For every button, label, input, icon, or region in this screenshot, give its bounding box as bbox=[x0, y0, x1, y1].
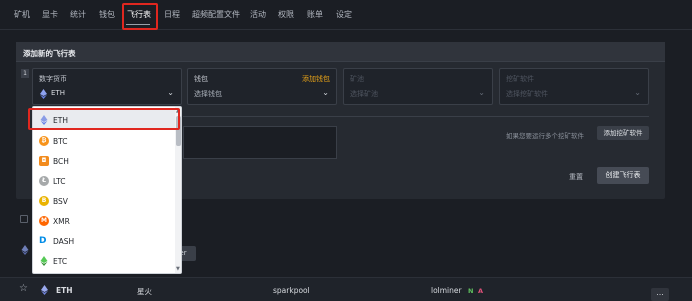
panel-header: 添加新的飞行表 bbox=[16, 42, 665, 62]
chevron-down-icon: ⌄ bbox=[322, 88, 329, 97]
row-wallet: 星火 bbox=[137, 287, 152, 296]
etc-icon bbox=[40, 256, 48, 266]
chevron-down-icon: ⌄ bbox=[634, 88, 641, 97]
eth-icon bbox=[41, 285, 48, 295]
create-flight-sheet-button[interactable]: 创建飞行表 bbox=[597, 167, 649, 184]
add-miner-button[interactable]: 添加挖矿软件 bbox=[597, 126, 649, 140]
row-number: 1 bbox=[21, 69, 29, 78]
tab-gpus[interactable]: 显卡 bbox=[42, 9, 58, 20]
wallet-select-label: 钱包 bbox=[194, 75, 208, 83]
miner-select[interactable]: 挖矿软件 选择挖矿软件 ⌄ bbox=[499, 68, 649, 105]
scroll-down-icon[interactable]: ▼ bbox=[176, 266, 180, 272]
star-icon[interactable]: ☆ bbox=[19, 283, 28, 294]
dropdown-item-label: BSV bbox=[53, 197, 68, 206]
pool-select[interactable]: 矿池 选择矿池 ⌄ bbox=[343, 68, 493, 105]
wallet-select[interactable]: 钱包 添加钱包 选择钱包 ⌄ bbox=[187, 68, 337, 105]
scroll-thumb[interactable] bbox=[176, 116, 181, 146]
dropdown-item-bsv[interactable]: B BSV bbox=[33, 191, 175, 211]
nvidia-badge: N bbox=[468, 287, 474, 295]
tab-settings[interactable]: 设定 bbox=[336, 9, 352, 20]
ltc-icon: Ł bbox=[39, 176, 49, 186]
tab-oc-profiles[interactable]: 超频配置文件 bbox=[192, 9, 240, 20]
amd-badge: A bbox=[478, 287, 484, 295]
tab-schedule[interactable]: 日程 bbox=[164, 9, 180, 20]
dropdown-item-xmr[interactable]: M XMR bbox=[33, 211, 175, 231]
top-nav: 矿机 显卡 统计 钱包 飞行表 日程 超频配置文件 活动 权限 账单 设定 bbox=[0, 0, 692, 30]
bch-icon: ◘ bbox=[39, 156, 49, 166]
chevron-down-icon: ⌄ bbox=[167, 88, 174, 97]
row-miner: lolminer bbox=[431, 286, 462, 295]
miner-select-label: 挖矿软件 bbox=[506, 75, 534, 83]
eth-icon bbox=[40, 115, 48, 125]
miner-config-area bbox=[183, 126, 337, 159]
dropdown-item-label: BTC bbox=[53, 137, 68, 146]
dropdown-scrollbar[interactable]: ▲ ▼ bbox=[175, 107, 181, 273]
dropdown-item-label: BCH bbox=[53, 157, 69, 166]
bsv-icon: B bbox=[39, 196, 49, 206]
dropdown-item-btc[interactable]: ₿ BTC bbox=[33, 131, 175, 151]
pool-select-placeholder: 选择矿池 bbox=[350, 90, 378, 98]
panel-title: 添加新的飞行表 bbox=[23, 49, 76, 58]
coin-select-value: ETH bbox=[51, 89, 65, 97]
tab-flight-sheets[interactable]: 飞行表 bbox=[127, 9, 151, 20]
coin-dropdown: ETH ₿ BTC ◘ BCH Ł LTC B BSV M XMR D DASH… bbox=[32, 106, 182, 274]
multi-miner-hint: 如果您要运行多个挖矿软件 bbox=[506, 132, 584, 140]
dropdown-item-label: XMR bbox=[53, 217, 70, 226]
dropdown-item-ltc[interactable]: Ł LTC bbox=[33, 171, 175, 191]
tab-stats[interactable]: 统计 bbox=[70, 9, 86, 20]
tab-miners[interactable]: 矿机 bbox=[14, 9, 30, 20]
row-coin: ETH bbox=[56, 286, 73, 295]
eth-icon bbox=[21, 245, 29, 255]
tab-wallets[interactable]: 钱包 bbox=[99, 9, 115, 20]
chevron-down-icon: ⌄ bbox=[478, 88, 485, 97]
dropdown-item-label: ETC bbox=[53, 257, 68, 266]
coin-select[interactable]: 数字货币 ETH ⌄ bbox=[32, 68, 182, 105]
dropdown-item-etc[interactable]: ETC bbox=[33, 251, 175, 271]
dropdown-item-eth[interactable]: ETH bbox=[33, 110, 175, 130]
scroll-up-icon[interactable]: ▲ bbox=[176, 108, 180, 114]
reset-button[interactable]: 重置 bbox=[569, 172, 583, 182]
more-actions-button[interactable]: ... bbox=[651, 288, 669, 301]
eth-icon bbox=[40, 89, 47, 99]
wallet-select-placeholder: 选择钱包 bbox=[194, 90, 222, 98]
active-tab-underline bbox=[126, 24, 150, 25]
tab-permissions[interactable]: 权限 bbox=[278, 9, 294, 20]
pool-select-label: 矿池 bbox=[350, 75, 364, 83]
btc-icon: ₿ bbox=[39, 136, 49, 146]
tab-activity[interactable]: 活动 bbox=[250, 9, 266, 20]
flight-sheet-row[interactable]: ☆ ETH 星火 sparkpool lolminer N A bbox=[0, 277, 692, 301]
dropdown-item-dash[interactable]: D DASH bbox=[33, 231, 175, 251]
row-pool: sparkpool bbox=[273, 286, 310, 295]
tab-billing[interactable]: 账单 bbox=[307, 9, 323, 20]
dropdown-item-label: LTC bbox=[53, 177, 66, 186]
dropdown-item-label: ETH bbox=[53, 116, 68, 125]
add-wallet-link[interactable]: 添加钱包 bbox=[302, 74, 330, 84]
xmr-icon: M bbox=[39, 216, 49, 226]
dash-icon: D bbox=[39, 236, 47, 246]
divider bbox=[183, 116, 649, 117]
dropdown-item-label: DASH bbox=[53, 237, 75, 246]
select-checkbox[interactable] bbox=[20, 215, 28, 223]
dropdown-item-bch[interactable]: ◘ BCH bbox=[33, 151, 175, 171]
coin-select-label: 数字货币 bbox=[39, 75, 67, 83]
miner-select-placeholder: 选择挖矿软件 bbox=[506, 90, 548, 98]
